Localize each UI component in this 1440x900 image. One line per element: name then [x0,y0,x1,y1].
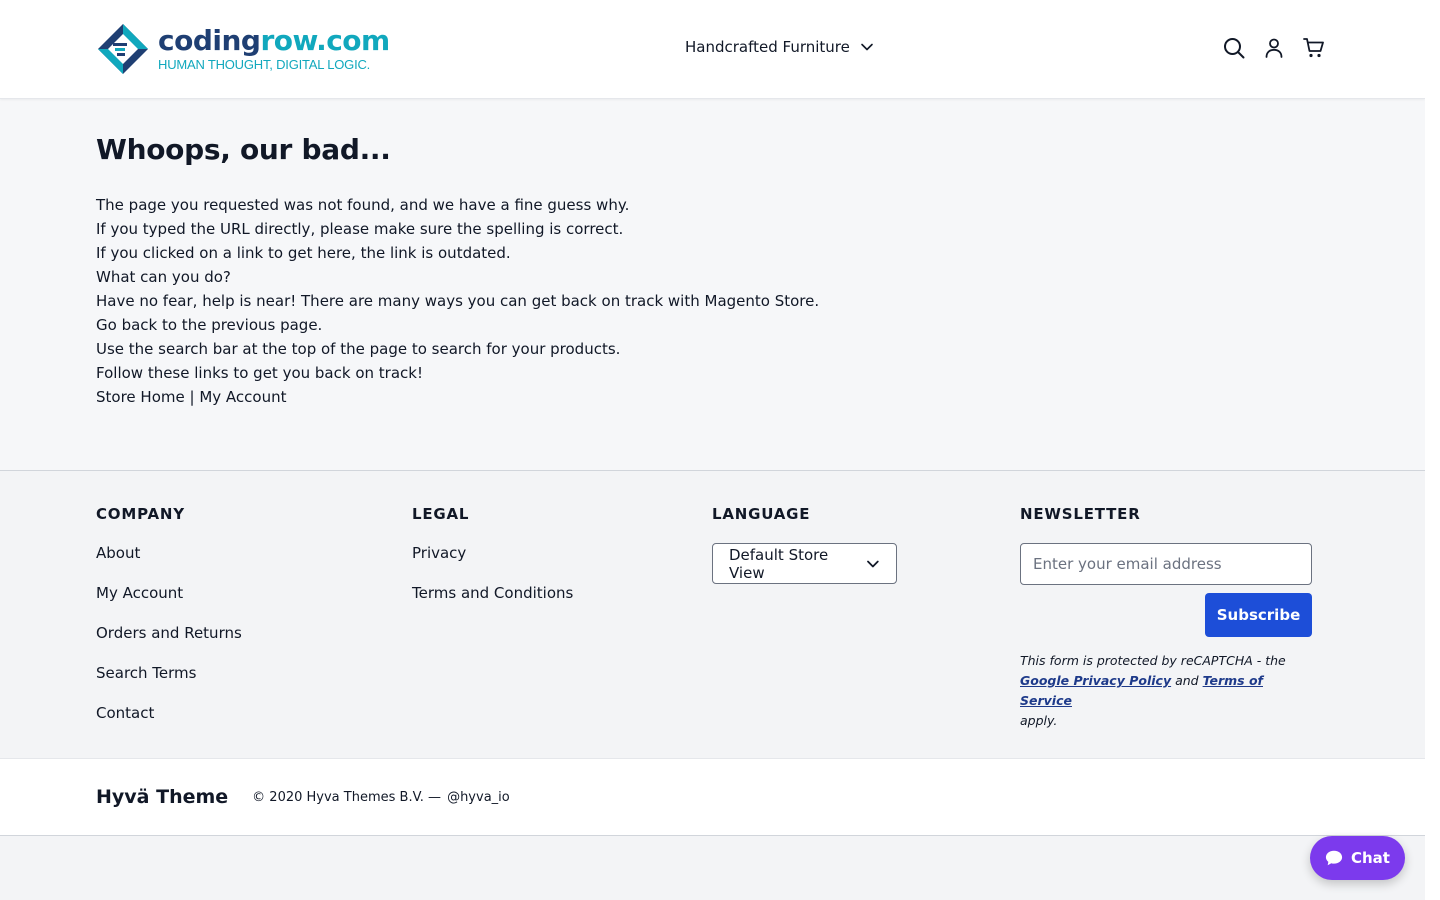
footer-newsletter-heading: NEWSLETTER [1020,505,1141,523]
footer-company-heading: COMPANY [96,505,185,523]
footer-newsletter: NEWSLETTER Subscribe This form is protec… [1020,505,1312,731]
logo-name: codingrow.com [158,26,390,56]
footer-legal-heading: LEGAL [412,505,470,523]
message-line-4: What can you do? [96,268,231,286]
logo-icon [98,24,148,74]
footer-link-orders-returns[interactable]: Orders and Returns [96,624,242,642]
copyright-text: © 2020 Hyva Themes B.V. — [252,789,442,805]
message-line-5: Have no fear, help is near! There are ma… [96,292,820,310]
message-line-1: The page you requested was not found, an… [96,196,630,214]
subscribe-button[interactable]: Subscribe [1205,593,1312,637]
language-select[interactable]: Default Store View [712,543,897,584]
chat-label: Chat [1351,849,1390,867]
footer-language-heading: LANGUAGE [712,505,811,523]
cart-icon[interactable] [1302,36,1326,60]
recaptcha-and: and [1175,673,1199,688]
footer-link-about[interactable]: About [96,544,140,562]
site-logo[interactable]: codingrow.com HUMAN THOUGHT, DIGITAL LOG… [96,22,390,76]
footer-link-my-account[interactable]: My Account [96,584,183,602]
nav-category-menu[interactable]: Handcrafted Furniture [685,38,874,56]
page: codingrow.com HUMAN THOUGHT, DIGITAL LOG… [0,0,1425,836]
recaptcha-prefix: This form is protected by reCAPTCHA - th… [1020,653,1286,668]
logo-tagline: HUMAN THOUGHT, DIGITAL LOGIC. [158,57,371,72]
message-line-8: Follow these links to get you back on tr… [96,364,423,382]
page-title: Whoops, our bad... [96,133,391,166]
recovery-links: Store Home | My Account [96,385,1329,409]
user-icon[interactable] [1262,36,1286,60]
logo-name-part2: row.com [260,24,390,57]
message-line-7: Use the search bar at the top of the pag… [96,340,621,358]
footer-company: COMPANY About My Account Orders and Retu… [96,505,242,743]
chevron-down-icon [867,560,879,567]
brand-name: Hyvä Theme [96,786,229,808]
scrollbar[interactable] [1425,0,1440,900]
recaptcha-notice: This form is protected by reCAPTCHA - th… [1020,651,1312,731]
logo-name-part1: coding [158,24,261,57]
bottom-bar: Hyvä Theme © 2020 Hyva Themes B.V. — @hyv… [0,759,1425,836]
main-content: Whoops, our bad... The page you requeste… [0,99,1425,471]
footer-link-terms[interactable]: Terms and Conditions [412,584,573,602]
footer-language: LANGUAGE Default Store View [712,505,897,584]
footer-link-privacy[interactable]: Privacy [412,544,466,562]
my-account-link[interactable]: My Account [199,388,286,406]
search-icon[interactable] [1222,36,1246,60]
language-select-value: Default Store View [729,545,829,582]
newsletter-email-input[interactable] [1020,543,1312,585]
hyva-handle-link[interactable]: @hyva_io [447,790,510,805]
google-privacy-link[interactable]: Google Privacy Policy [1020,673,1171,688]
chat-button[interactable]: Chat [1310,836,1405,880]
nav-category-label: Handcrafted Furniture [685,38,850,56]
footer-legal: LEGAL Privacy Terms and Conditions [412,505,573,623]
footer-link-search-terms[interactable]: Search Terms [96,664,196,682]
link-separator: | [184,388,200,406]
message-line-2: If you typed the URL directly, please ma… [96,220,624,238]
store-home-link[interactable]: Store Home [96,388,185,406]
header-actions [1222,36,1326,60]
chat-bubble-icon [1325,850,1343,866]
message-line-3: If you clicked on a link to get here, th… [96,244,511,262]
logo-text: codingrow.com HUMAN THOUGHT, DIGITAL LOG… [158,26,390,73]
footer-link-contact[interactable]: Contact [96,704,154,722]
message-line-6: Go back to the previous page. [96,316,323,334]
site-header: codingrow.com HUMAN THOUGHT, DIGITAL LOG… [0,0,1425,99]
recaptcha-suffix: apply. [1020,713,1058,728]
chevron-down-icon [861,43,873,51]
copyright: © 2020 Hyva Themes B.V. — @hyva_io [252,790,510,805]
site-footer: COMPANY About My Account Orders and Retu… [0,471,1425,759]
